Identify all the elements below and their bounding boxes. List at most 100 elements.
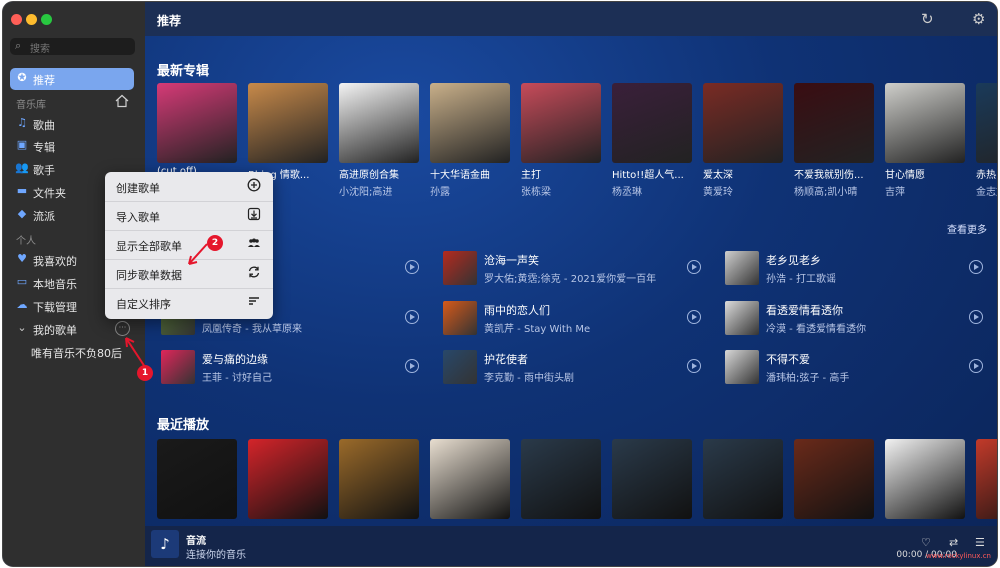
album-cover[interactable] bbox=[794, 83, 874, 163]
song-thumbnail[interactable] bbox=[725, 301, 759, 335]
search-input[interactable]: ⌕ 搜索 bbox=[10, 38, 135, 55]
play-icon[interactable] bbox=[969, 310, 983, 324]
recent-album-cover[interactable] bbox=[794, 439, 874, 519]
album-card[interactable]: 高进原创合集 小沈阳;高进 bbox=[339, 83, 419, 198]
page-title: 推荐 bbox=[157, 14, 182, 28]
song-row[interactable]: 不得不爱潘玮柏;弦子 - 高手 bbox=[725, 350, 990, 386]
album-cover[interactable] bbox=[521, 83, 601, 163]
sidebar-item-label: 我的歌单 bbox=[33, 324, 77, 337]
album-title: 高进原创合集 bbox=[339, 170, 399, 181]
album-title: 主打 bbox=[521, 170, 541, 181]
playlist-item[interactable]: 唯有音乐不负80后 bbox=[31, 345, 122, 361]
song-thumbnail[interactable] bbox=[725, 251, 759, 285]
heart-icon[interactable]: ♡ bbox=[921, 536, 931, 549]
album-cover[interactable] bbox=[339, 83, 419, 163]
album-card[interactable]: 不爱我就别伤... 杨顺高;凯小晴 bbox=[794, 83, 874, 198]
recent-album-cover[interactable] bbox=[703, 439, 783, 519]
zoom-window-button[interactable] bbox=[41, 14, 52, 25]
recent-album-cover[interactable] bbox=[521, 439, 601, 519]
close-window-button[interactable] bbox=[11, 14, 22, 25]
recent-album-cover[interactable] bbox=[430, 439, 510, 519]
play-icon[interactable] bbox=[405, 260, 419, 274]
song-thumbnail[interactable] bbox=[443, 301, 477, 335]
playlist-icon[interactable]: ☰ bbox=[975, 536, 985, 549]
annotation-arrow-2 bbox=[188, 243, 208, 265]
player-bar: ♪ 音流 连接你的音乐 ♡ ⇄ ☰ 00:00 / 00:00 bbox=[145, 526, 997, 566]
recent-album-cover[interactable] bbox=[157, 439, 237, 519]
recent-album-cover[interactable] bbox=[612, 439, 692, 519]
song-row[interactable]: 沧海一声笑 罗大佑;黄霑;徐克 - 2021爱你爱一百年 bbox=[443, 251, 708, 287]
album-artist: 金志文 bbox=[976, 187, 997, 198]
menu-item-create-playlist[interactable]: 创建歌单 bbox=[105, 172, 273, 202]
album-cover[interactable] bbox=[430, 83, 510, 163]
album-cover[interactable] bbox=[612, 83, 692, 163]
album-card[interactable]: 十大华语金曲 孙露 bbox=[430, 83, 510, 198]
recent-album-cover[interactable] bbox=[885, 439, 965, 519]
album-cover[interactable] bbox=[157, 83, 237, 163]
song-row[interactable]: 护花使者 李克勤 - 雨中街头剧 bbox=[443, 350, 708, 386]
play-icon[interactable] bbox=[687, 359, 701, 373]
gear-icon[interactable]: ⚙ bbox=[972, 10, 985, 28]
album-card[interactable]: Bbing 情歌... bbox=[248, 83, 328, 183]
sidebar-item-recommend[interactable]: ✪ 推荐 bbox=[10, 68, 134, 90]
menu-item-import-playlist[interactable]: 导入歌单 bbox=[105, 201, 273, 231]
menu-item-custom-sort[interactable]: 自定义排序 bbox=[105, 288, 273, 317]
play-icon[interactable] bbox=[405, 310, 419, 324]
song-thumbnail[interactable] bbox=[443, 350, 477, 384]
album-card[interactable]: 赤热金志文 bbox=[976, 83, 997, 198]
album-card[interactable]: Hitto!!超人气... 杨丞琳 bbox=[612, 83, 692, 198]
menu-item-label: 同步歌单数据 bbox=[116, 269, 182, 282]
song-thumbnail[interactable] bbox=[161, 350, 195, 384]
sync-icon bbox=[248, 266, 260, 278]
sidebar-item-label: 歌曲 bbox=[33, 119, 55, 132]
album-card[interactable]: 爱太深 黄爱玲 bbox=[703, 83, 783, 198]
top-bar: 推荐 ↻ ⚙ bbox=[145, 2, 997, 36]
song-row[interactable]: 爱与痛的边缘 王菲 - 讨好自己 bbox=[161, 350, 426, 386]
album-card[interactable]: 主打 张栋梁 bbox=[521, 83, 601, 198]
song-artist: 潘玮柏;弦子 - 高手 bbox=[766, 373, 850, 384]
annotation-arrow-1 bbox=[125, 337, 146, 368]
see-more-link[interactable]: 查看更多 bbox=[947, 221, 987, 236]
play-icon[interactable] bbox=[687, 260, 701, 274]
play-icon[interactable] bbox=[405, 359, 419, 373]
album-cover[interactable] bbox=[885, 83, 965, 163]
menu-item-label: 自定义排序 bbox=[116, 298, 171, 311]
album-card[interactable]: (cut off) bbox=[157, 83, 237, 179]
play-icon[interactable] bbox=[969, 260, 983, 274]
album-cover[interactable] bbox=[248, 83, 328, 163]
repeat-icon[interactable]: ⇄ bbox=[949, 536, 958, 549]
song-row[interactable]: 老乡见老乡 孙浩 - 打工歌谣 bbox=[725, 251, 990, 287]
album-cover[interactable] bbox=[703, 83, 783, 163]
play-icon[interactable] bbox=[687, 310, 701, 324]
album-cover[interactable] bbox=[976, 83, 997, 163]
recent-album-cover[interactable] bbox=[248, 439, 328, 519]
refresh-icon[interactable]: ↻ bbox=[921, 10, 934, 28]
sidebar-item-albums[interactable]: ▣ 专辑 bbox=[10, 135, 134, 157]
recent-album-cover[interactable] bbox=[976, 439, 997, 519]
plus-circle-icon bbox=[247, 178, 261, 192]
song-row[interactable]: 看透爱情看透你 冷漠 - 看透爱情看透你 bbox=[725, 301, 990, 337]
song-title: 不得不爱 bbox=[766, 353, 810, 366]
song-artist: 李克勤 - 雨中街头剧 bbox=[484, 373, 574, 384]
recent-album-cover[interactable] bbox=[339, 439, 419, 519]
album-artist: 吉萍 bbox=[885, 187, 905, 198]
minimize-window-button[interactable] bbox=[26, 14, 37, 25]
song-artist: 孙浩 - 打工歌谣 bbox=[766, 274, 836, 285]
album-title: 赤热 bbox=[976, 170, 996, 181]
watermark: www.rockylinux.cn bbox=[926, 552, 991, 560]
home-icon[interactable] bbox=[115, 94, 129, 108]
section-title-recent: 最近播放 bbox=[157, 418, 210, 433]
sidebar-item-label: 本地音乐 bbox=[33, 278, 77, 291]
song-thumbnail[interactable] bbox=[443, 251, 477, 285]
play-icon[interactable] bbox=[969, 359, 983, 373]
player-cover-music-icon[interactable]: ♪ bbox=[151, 530, 179, 558]
song-row[interactable]: 雨中的恋人们 黄凯芹 - Stay With Me bbox=[443, 301, 708, 337]
sidebar-item-songs[interactable]: ♫ 歌曲 bbox=[10, 113, 134, 135]
library-header: 音乐库 bbox=[16, 100, 46, 111]
album-card[interactable]: 甘心情愿 吉萍 bbox=[885, 83, 965, 198]
section-title-new-albums: 最新专辑 bbox=[157, 64, 210, 79]
song-artist: 黄凯芹 - Stay With Me bbox=[484, 324, 591, 335]
song-thumbnail[interactable] bbox=[725, 350, 759, 384]
menu-item-label: 导入歌单 bbox=[116, 211, 160, 224]
album-artist: 张栋梁 bbox=[521, 187, 551, 198]
